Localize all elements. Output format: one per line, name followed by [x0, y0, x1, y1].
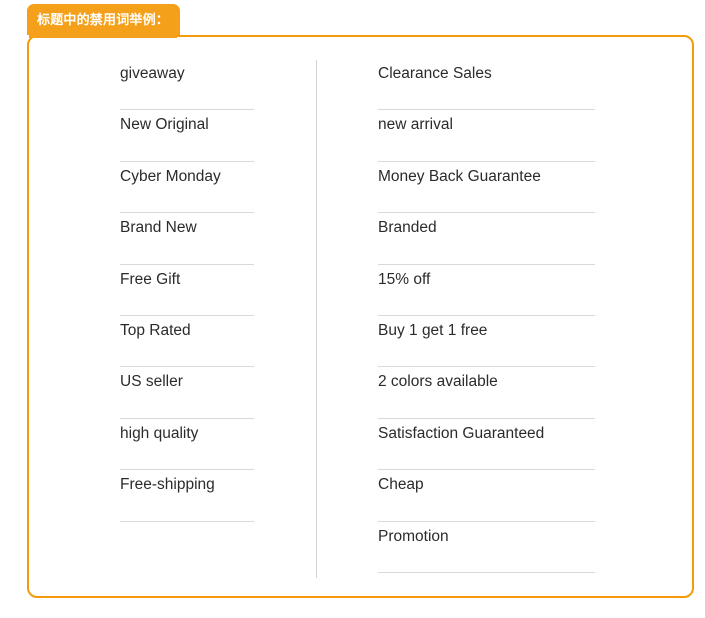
banned-word-row: Branded: [378, 213, 595, 265]
banned-word-row: Buy 1 get 1 free: [378, 316, 595, 368]
banned-word-label: 15% off: [378, 270, 431, 288]
panel-header-tab-label: 标题中的禁用词举例：: [37, 12, 170, 27]
banned-word-label: Brand New: [120, 219, 197, 237]
banned-word-row: high quality: [120, 419, 254, 471]
banned-word-row: new arrival: [378, 110, 595, 162]
banned-word-row: 2 colors available: [378, 367, 595, 419]
banned-words-page: 标题中的禁用词举例： giveaway New Original Cyber M…: [0, 0, 705, 618]
banned-word-label: Clearance Sales: [378, 65, 492, 82]
banned-word-label: Free-shipping: [120, 476, 215, 494]
banned-word-label: giveaway: [120, 65, 185, 82]
banned-word-row: giveaway: [120, 59, 254, 111]
banned-word-label: Cheap: [378, 476, 424, 494]
banned-word-row: Brand New: [120, 213, 254, 265]
banned-word-row: Promotion: [378, 522, 595, 573]
banned-word-row: New Original: [120, 110, 254, 162]
column-divider: [316, 60, 317, 578]
banned-word-label: Branded: [378, 219, 437, 237]
banned-word-label: Promotion: [378, 527, 449, 545]
banned-words-columns: giveaway New Original Cyber Monday Brand…: [29, 37, 692, 596]
banned-word-row: Cyber Monday: [120, 162, 254, 214]
banned-word-row: Satisfaction Guaranteed: [378, 419, 595, 471]
banned-word-row: 15% off: [378, 265, 595, 316]
banned-word-row: Free-shipping: [120, 470, 254, 522]
banned-word-label: US seller: [120, 373, 183, 391]
panel-header-tab: 标题中的禁用词举例：: [27, 4, 181, 35]
banned-word-row: Free Gift: [120, 265, 254, 316]
banned-word-row: Clearance Sales: [378, 59, 595, 111]
banned-word-label: Top Rated: [120, 321, 191, 339]
banned-word-label: Free Gift: [120, 270, 181, 288]
banned-word-label: Satisfaction Guaranteed: [378, 424, 545, 442]
banned-word-label: Cyber Monday: [120, 167, 221, 185]
banned-word-row: Cheap: [378, 470, 595, 522]
banned-word-label: Money Back Guarantee: [378, 167, 541, 185]
banned-words-column-right: Clearance Sales new arrival Money Back G…: [317, 37, 692, 596]
banned-words-column-left: giveaway New Original Cyber Monday Brand…: [29, 37, 317, 596]
banned-word-label: high quality: [120, 424, 199, 442]
banned-word-row: Money Back Guarantee: [378, 162, 595, 214]
banned-word-label: Buy 1 get 1 free: [378, 321, 488, 339]
banned-word-label: 2 colors available: [378, 373, 498, 391]
banned-word-row: US seller: [120, 367, 254, 419]
banned-word-label: New Original: [120, 116, 209, 134]
banned-word-label: new arrival: [378, 116, 453, 134]
banned-word-row: Top Rated: [120, 316, 254, 368]
tab-border-mask: [29, 34, 177, 38]
